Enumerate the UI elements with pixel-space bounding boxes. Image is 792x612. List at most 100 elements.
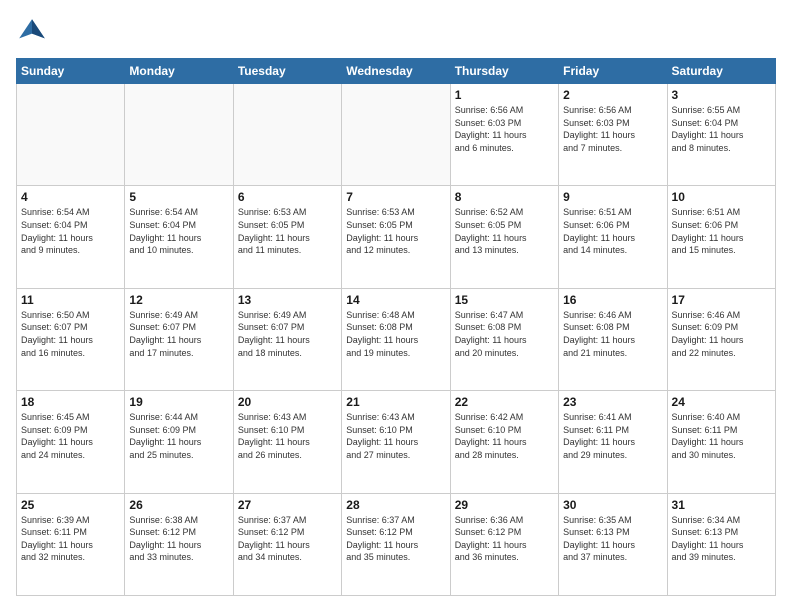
day-info: Sunrise: 6:48 AM Sunset: 6:08 PM Dayligh… [346,309,445,359]
day-info: Sunrise: 6:50 AM Sunset: 6:07 PM Dayligh… [21,309,120,359]
day-number: 2 [563,88,662,102]
calendar-day-header: Thursday [450,59,558,84]
calendar-day-cell: 25Sunrise: 6:39 AM Sunset: 6:11 PM Dayli… [17,493,125,595]
day-info: Sunrise: 6:37 AM Sunset: 6:12 PM Dayligh… [238,514,337,564]
day-info: Sunrise: 6:53 AM Sunset: 6:05 PM Dayligh… [238,206,337,256]
calendar-day-cell: 21Sunrise: 6:43 AM Sunset: 6:10 PM Dayli… [342,391,450,493]
day-info: Sunrise: 6:53 AM Sunset: 6:05 PM Dayligh… [346,206,445,256]
calendar-day-cell: 24 Sunrise: 6:40 AM Sunset: 6:11 PM Dayli… [667,391,775,493]
calendar-day-cell: 13 Sunrise: 6:49 AM Sunset: 6:07 PM Dayli… [233,288,341,390]
day-info: Sunrise: 6:56 AM Sunset: 6:03 PM Dayligh… [563,104,662,154]
day-info: Sunrise: 6:40 AM Sunset: 6:11 PM Dayligh… [672,411,771,461]
calendar-day-header: Friday [559,59,667,84]
day-number: 4 [21,190,120,204]
day-number: 31 [672,498,771,512]
day-number: 14 [346,293,445,307]
calendar-week-row: 18 Sunrise: 6:45 AM Sunset: 6:09 PM Dayli… [17,391,776,493]
day-number: 3 [672,88,771,102]
day-info: Sunrise: 6:51 AM Sunset: 6:06 PM Dayligh… [563,206,662,256]
calendar-day-cell: 15 Sunrise: 6:47 AM Sunset: 6:08 PM Dayli… [450,288,558,390]
calendar-day-header: Wednesday [342,59,450,84]
day-number: 19 [129,395,228,409]
day-info: Sunrise: 6:45 AM Sunset: 6:09 PM Dayligh… [21,411,120,461]
calendar-day-cell: 4 Sunrise: 6:54 AM Sunset: 6:04 PM Daylig… [17,186,125,288]
day-info: Sunrise: 6:49 AM Sunset: 6:07 PM Dayligh… [238,309,337,359]
day-number: 9 [563,190,662,204]
calendar-day-cell: 3 Sunrise: 6:55 AM Sunset: 6:04 PM Daylig… [667,84,775,186]
day-info: Sunrise: 6:49 AM Sunset: 6:07 PM Dayligh… [129,309,228,359]
day-number: 23 [563,395,662,409]
calendar-day-cell: 27 Sunrise: 6:37 AM Sunset: 6:12 PM Dayli… [233,493,341,595]
day-info: Sunrise: 6:55 AM Sunset: 6:04 PM Dayligh… [672,104,771,154]
calendar-week-row: 4 Sunrise: 6:54 AM Sunset: 6:04 PM Daylig… [17,186,776,288]
day-info: Sunrise: 6:41 AM Sunset: 6:11 PM Dayligh… [563,411,662,461]
calendar-day-cell: 9 Sunrise: 6:51 AM Sunset: 6:06 PM Daylig… [559,186,667,288]
day-info: Sunrise: 6:42 AM Sunset: 6:10 PM Dayligh… [455,411,554,461]
day-info: Sunrise: 6:52 AM Sunset: 6:05 PM Dayligh… [455,206,554,256]
calendar-day-cell: 29 Sunrise: 6:36 AM Sunset: 6:12 PM Dayli… [450,493,558,595]
day-info: Sunrise: 6:46 AM Sunset: 6:08 PM Dayligh… [563,309,662,359]
calendar-week-row: 1 Sunrise: 6:56 AM Sunset: 6:03 PM Daylig… [17,84,776,186]
day-number: 11 [21,293,120,307]
day-number: 29 [455,498,554,512]
logo [16,16,52,48]
day-number: 25 [21,498,120,512]
calendar-day-cell: 19 Sunrise: 6:44 AM Sunset: 6:09 PM Dayli… [125,391,233,493]
calendar-day-cell: 23 Sunrise: 6:41 AM Sunset: 6:11 PM Dayli… [559,391,667,493]
day-info: Sunrise: 6:54 AM Sunset: 6:04 PM Dayligh… [21,206,120,256]
day-number: 8 [455,190,554,204]
day-number: 24 [672,395,771,409]
calendar-day-header: Saturday [667,59,775,84]
day-number: 28 [346,498,445,512]
logo-icon [16,16,48,48]
day-number: 7 [346,190,445,204]
day-number: 6 [238,190,337,204]
day-number: 5 [129,190,228,204]
calendar-day-cell: 1Sunrise: 6:56 AM Sunset: 6:03 PM Daylig… [450,84,558,186]
page: SundayMondayTuesdayWednesdayThursdayFrid… [0,0,792,612]
calendar-day-cell: 7 Sunrise: 6:53 AM Sunset: 6:05 PM Daylig… [342,186,450,288]
calendar-day-cell: 16Sunrise: 6:46 AM Sunset: 6:08 PM Dayli… [559,288,667,390]
day-info: Sunrise: 6:35 AM Sunset: 6:13 PM Dayligh… [563,514,662,564]
day-info: Sunrise: 6:37 AM Sunset: 6:12 PM Dayligh… [346,514,445,564]
day-number: 12 [129,293,228,307]
calendar-day-cell: 5 Sunrise: 6:54 AM Sunset: 6:04 PM Daylig… [125,186,233,288]
calendar-day-header: Tuesday [233,59,341,84]
calendar-day-cell [17,84,125,186]
day-number: 20 [238,395,337,409]
day-number: 10 [672,190,771,204]
day-number: 13 [238,293,337,307]
day-info: Sunrise: 6:54 AM Sunset: 6:04 PM Dayligh… [129,206,228,256]
day-number: 26 [129,498,228,512]
calendar-day-cell: 28 Sunrise: 6:37 AM Sunset: 6:12 PM Dayli… [342,493,450,595]
day-number: 15 [455,293,554,307]
day-number: 22 [455,395,554,409]
calendar-day-header: Sunday [17,59,125,84]
calendar-day-cell: 14 Sunrise: 6:48 AM Sunset: 6:08 PM Dayli… [342,288,450,390]
calendar-day-cell: 22 Sunrise: 6:42 AM Sunset: 6:10 PM Dayli… [450,391,558,493]
calendar-week-row: 11 Sunrise: 6:50 AM Sunset: 6:07 PM Dayli… [17,288,776,390]
calendar-day-cell [125,84,233,186]
calendar-day-cell: 11 Sunrise: 6:50 AM Sunset: 6:07 PM Dayli… [17,288,125,390]
day-number: 18 [21,395,120,409]
calendar-day-cell: 30 Sunrise: 6:35 AM Sunset: 6:13 PM Dayli… [559,493,667,595]
calendar-day-header: Monday [125,59,233,84]
calendar-day-cell: 18 Sunrise: 6:45 AM Sunset: 6:09 PM Dayli… [17,391,125,493]
day-info: Sunrise: 6:36 AM Sunset: 6:12 PM Dayligh… [455,514,554,564]
day-info: Sunrise: 6:47 AM Sunset: 6:08 PM Dayligh… [455,309,554,359]
calendar-header-row: SundayMondayTuesdayWednesdayThursdayFrid… [17,59,776,84]
calendar-day-cell: 6 Sunrise: 6:53 AM Sunset: 6:05 PM Daylig… [233,186,341,288]
day-info: Sunrise: 6:51 AM Sunset: 6:06 PM Dayligh… [672,206,771,256]
calendar-day-cell: 26Sunrise: 6:38 AM Sunset: 6:12 PM Dayli… [125,493,233,595]
day-number: 30 [563,498,662,512]
day-info: Sunrise: 6:46 AM Sunset: 6:09 PM Dayligh… [672,309,771,359]
calendar-day-cell: 31Sunrise: 6:34 AM Sunset: 6:13 PM Dayli… [667,493,775,595]
day-number: 21 [346,395,445,409]
day-number: 27 [238,498,337,512]
calendar-day-cell: 20Sunrise: 6:43 AM Sunset: 6:10 PM Dayli… [233,391,341,493]
header [16,16,776,48]
day-number: 1 [455,88,554,102]
calendar-day-cell: 8 Sunrise: 6:52 AM Sunset: 6:05 PM Daylig… [450,186,558,288]
day-info: Sunrise: 6:44 AM Sunset: 6:09 PM Dayligh… [129,411,228,461]
day-number: 17 [672,293,771,307]
